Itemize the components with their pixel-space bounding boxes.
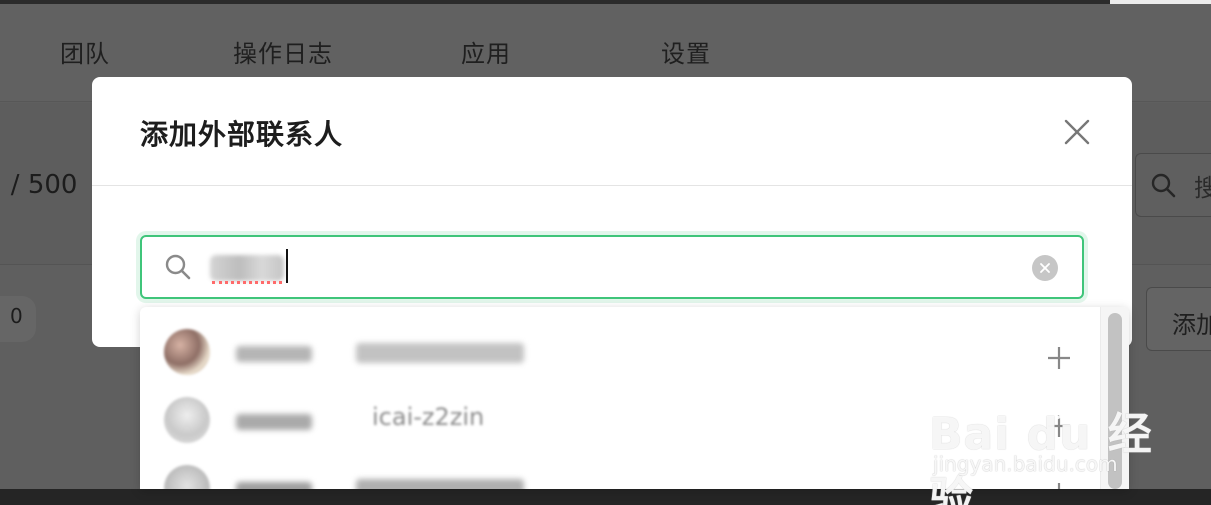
tab-apps[interactable]: 应用 (461, 34, 511, 69)
contact-search-results: icai-z2zin (140, 307, 1129, 489)
add-member-button-label: 添加 (1172, 311, 1211, 339)
list-item[interactable]: icai-z2zin (140, 383, 1100, 451)
contact-search-box[interactable] (140, 235, 1084, 299)
add-member-button[interactable]: 添加 (1146, 287, 1211, 351)
plus-icon[interactable] (1046, 413, 1072, 439)
contact-email (356, 479, 524, 489)
blurred-query-text (210, 255, 284, 281)
contact-email: icai-z2zin (372, 403, 485, 431)
contact-name (236, 482, 312, 489)
tab-team[interactable]: 团队 (60, 34, 110, 69)
search-icon (165, 254, 191, 280)
plus-icon[interactable] (1046, 345, 1072, 371)
text-caret (286, 249, 288, 283)
count-badge: 0 (0, 296, 36, 342)
list-item[interactable] (140, 451, 1100, 489)
contact-name (236, 414, 312, 430)
contact-name (236, 346, 312, 362)
tab-settings[interactable]: 设置 (661, 34, 711, 69)
close-icon[interactable] (1060, 115, 1094, 149)
results-scrollbar[interactable] (1100, 307, 1129, 489)
background-search-field[interactable]: 搜 (1135, 153, 1211, 217)
search-icon (1151, 173, 1176, 198)
contact-search-input[interactable] (210, 247, 1010, 287)
clear-circle-icon (1040, 263, 1050, 273)
member-count: 2 / 500 (0, 170, 78, 200)
dialog-header: 添加外部联系人 (92, 77, 1132, 186)
list-item[interactable] (140, 315, 1100, 383)
avatar (164, 397, 210, 443)
spellcheck-underline (212, 281, 282, 284)
search-placeholder: 搜 (1194, 174, 1211, 202)
tab-operation-log[interactable]: 操作日志 (233, 34, 333, 69)
count-badge-value: 0 (10, 304, 23, 328)
window-bottom-edge (0, 489, 1211, 505)
avatar (164, 465, 210, 489)
dialog-title: 添加外部联系人 (140, 118, 344, 151)
contact-email (356, 343, 524, 363)
plus-icon[interactable] (1046, 481, 1072, 489)
avatar (164, 329, 210, 375)
clear-search-button[interactable] (1032, 255, 1058, 281)
scrollbar-thumb[interactable] (1108, 313, 1122, 489)
